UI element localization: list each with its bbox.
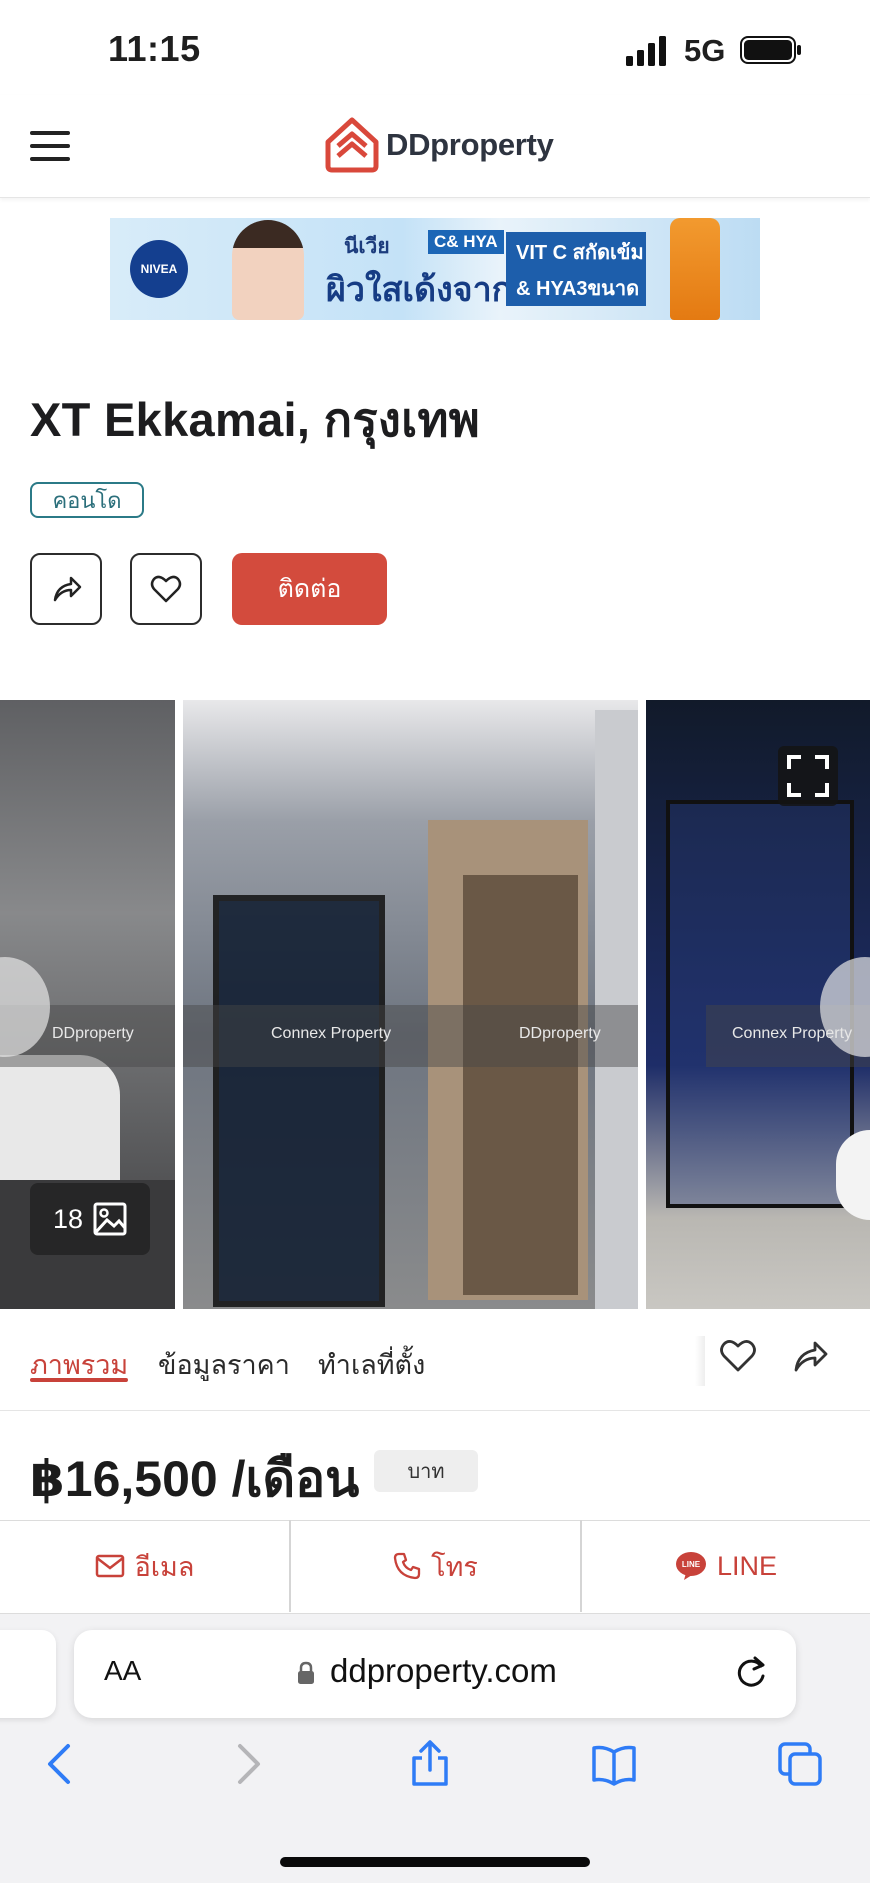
shelf-inner-shape: [463, 875, 578, 1295]
status-time: 11:15: [108, 28, 201, 69]
phone-icon: [393, 1552, 421, 1580]
logo-text[interactable]: DDproperty: [386, 127, 554, 163]
back-icon[interactable]: [36, 1740, 84, 1788]
nivea-logo: NIVEA: [130, 240, 188, 298]
forward-icon[interactable]: [224, 1740, 272, 1788]
property-type-tag: คอนโด: [30, 482, 144, 518]
share-icon[interactable]: [790, 1336, 830, 1376]
photo-count-badge[interactable]: 18: [30, 1183, 150, 1255]
tabs-fade-divider: [695, 1336, 705, 1386]
bookmarks-icon[interactable]: [590, 1740, 638, 1788]
previous-tab-preview[interactable]: [0, 1630, 56, 1718]
photo-count: 18: [52, 1203, 84, 1234]
share-sheet-icon[interactable]: [406, 1740, 454, 1788]
email-button[interactable]: อีเมล: [0, 1520, 289, 1612]
ad-banner[interactable]: NIVEA นีเวีย C& HYA ผิวใสเด้งจาก VIT C ส…: [110, 218, 760, 320]
expand-icon: [787, 755, 829, 797]
watermark-connex: Connex Property: [271, 1025, 392, 1042]
reader-settings-button[interactable]: AA: [104, 1655, 141, 1687]
tabs-icon[interactable]: [776, 1740, 824, 1788]
watermark-ddproperty: DDproperty: [52, 1025, 134, 1042]
gallery-photo-wardrobe[interactable]: Connex Property DDproperty: [183, 700, 638, 1309]
tab-price-info[interactable]: ข้อมูลราคา: [158, 1343, 290, 1386]
currency-badge[interactable]: บาท: [374, 1450, 478, 1492]
url-text[interactable]: ddproperty.com: [330, 1652, 557, 1690]
ad-offer-line2: & HYA3ขนาด: [516, 278, 640, 300]
wardrobe-shape: [213, 895, 385, 1307]
ad-line2: ผิวใสเด้งจาก: [326, 271, 513, 309]
tab-location[interactable]: ทำเลที่ตั้ง: [318, 1343, 425, 1386]
ad-line1: นีเวีย: [344, 235, 390, 258]
signal-icon: [626, 36, 666, 66]
email-label: อีเมล: [134, 1551, 195, 1582]
svg-text:LINE: LINE: [682, 1560, 701, 1569]
watermark-ddproperty: DDproperty: [519, 1025, 601, 1042]
lock-icon: [298, 1661, 314, 1684]
heart-icon: [150, 575, 182, 603]
line-app-icon: LINE: [675, 1552, 706, 1580]
share-button[interactable]: [30, 553, 102, 625]
fullscreen-button[interactable]: [778, 746, 838, 806]
mail-icon: [95, 1554, 124, 1578]
line-button[interactable]: LINE LINE: [582, 1520, 870, 1612]
ad-tag: C& HYA: [428, 230, 504, 254]
ddproperty-logo-icon: [325, 117, 379, 173]
battery-icon: [740, 36, 801, 64]
hamburger-icon[interactable]: [30, 130, 70, 162]
call-button[interactable]: โทร: [291, 1520, 580, 1612]
rent-price: ฿16,500 /เดือน: [30, 1451, 360, 1507]
home-indicator: [280, 1857, 590, 1867]
line-label: LINE: [716, 1550, 778, 1581]
favorite-button[interactable]: [130, 553, 202, 625]
ad-product-image: [670, 218, 720, 320]
ad-model-image: [232, 220, 304, 320]
listing-title: XT Ekkamai, กรุงเทพ: [30, 393, 481, 446]
share-icon: [53, 576, 82, 602]
network-label: 5G: [684, 33, 726, 68]
active-tab-indicator: [30, 1378, 128, 1382]
image-icon: [93, 1202, 127, 1236]
heart-icon[interactable]: [718, 1336, 758, 1376]
phone-label: โทร: [431, 1551, 478, 1582]
ad-offer-line1: VIT C สกัดเข้ม: [516, 242, 644, 264]
contact-button[interactable]: ติดต่อ: [232, 553, 387, 625]
reload-icon[interactable]: [733, 1652, 769, 1692]
